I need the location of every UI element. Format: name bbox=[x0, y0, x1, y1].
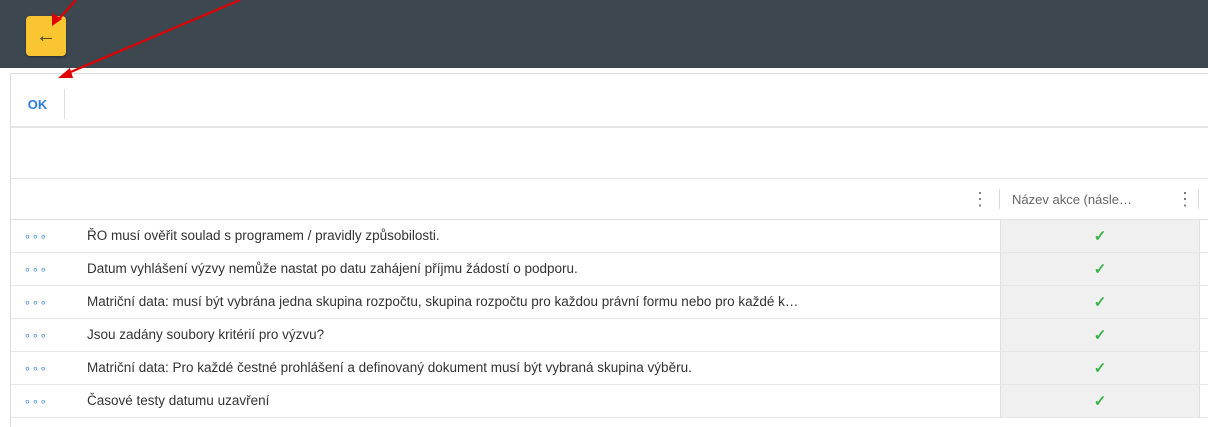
content-panel: OK ⋮ Název akce (násle… ⋮ ∘∘∘ ŘO musí ov… bbox=[10, 73, 1208, 427]
ok-button[interactable]: OK bbox=[11, 89, 65, 119]
column-divider[interactable] bbox=[1198, 189, 1199, 209]
row-menu-icon[interactable]: ∘∘∘ bbox=[24, 319, 54, 351]
table-row[interactable]: ∘∘∘ Jsou zadány soubory kritérií pro výz… bbox=[11, 319, 1208, 352]
table-row[interactable]: ∘∘∘ Matriční data: Pro každé čestné proh… bbox=[11, 352, 1208, 385]
row-menu-icon[interactable]: ∘∘∘ bbox=[24, 220, 54, 252]
column-menu-icon[interactable]: ⋮ bbox=[1176, 189, 1194, 209]
check-cell[interactable]: ✓ bbox=[1000, 352, 1200, 384]
grid-rows: ∘∘∘ ŘO musí ověřit soulad s programem / … bbox=[11, 220, 1208, 418]
column-menu-icon[interactable]: ⋮ bbox=[971, 189, 989, 209]
row-text: Matriční data: musí být vybrána jedna sk… bbox=[87, 294, 799, 309]
column-divider[interactable] bbox=[999, 189, 1000, 209]
filter-area bbox=[11, 128, 1208, 179]
row-text: ŘO musí ověřit soulad s programem / prav… bbox=[87, 228, 440, 243]
row-menu-icon[interactable]: ∘∘∘ bbox=[24, 385, 54, 417]
back-button[interactable]: ← bbox=[26, 16, 66, 56]
row-text: Jsou zadány soubory kritérií pro výzvu? bbox=[87, 327, 325, 342]
toolbar: OK bbox=[11, 74, 1208, 128]
check-icon: ✓ bbox=[1093, 228, 1107, 245]
row-text: Matriční data: Pro každé čestné prohláše… bbox=[87, 360, 692, 375]
row-menu-icon[interactable]: ∘∘∘ bbox=[24, 352, 54, 384]
table-row[interactable]: ∘∘∘ Datum vyhlášení výzvy nemůže nastat … bbox=[11, 253, 1208, 286]
table-row[interactable]: ∘∘∘ ŘO musí ověřit soulad s programem / … bbox=[11, 220, 1208, 253]
check-icon: ✓ bbox=[1093, 261, 1107, 278]
top-bar: ← bbox=[0, 0, 1208, 68]
check-cell[interactable]: ✓ bbox=[1000, 253, 1200, 285]
row-text: Časové testy datumu uzavření bbox=[87, 393, 270, 408]
check-cell[interactable]: ✓ bbox=[1000, 286, 1200, 318]
arrow-left-icon: ← bbox=[36, 25, 56, 47]
table-row[interactable]: ∘∘∘ Časové testy datumu uzavření ✓ bbox=[11, 385, 1208, 418]
check-cell[interactable]: ✓ bbox=[1000, 385, 1200, 417]
row-menu-icon[interactable]: ∘∘∘ bbox=[24, 286, 54, 318]
check-cell[interactable]: ✓ bbox=[1000, 319, 1200, 351]
column-header-nazev-akce[interactable]: Název akce (násle… bbox=[1012, 192, 1158, 207]
row-menu-icon[interactable]: ∘∘∘ bbox=[24, 253, 54, 285]
check-cell[interactable]: ✓ bbox=[1000, 220, 1200, 252]
table-row[interactable]: ∘∘∘ Matriční data: musí být vybrána jedn… bbox=[11, 286, 1208, 319]
row-text: Datum vyhlášení výzvy nemůže nastat po d… bbox=[87, 261, 578, 276]
check-icon: ✓ bbox=[1093, 294, 1107, 311]
grid-header: ⋮ Název akce (násle… ⋮ bbox=[11, 179, 1208, 220]
check-icon: ✓ bbox=[1093, 360, 1107, 377]
check-icon: ✓ bbox=[1093, 327, 1107, 344]
check-icon: ✓ bbox=[1093, 393, 1107, 410]
